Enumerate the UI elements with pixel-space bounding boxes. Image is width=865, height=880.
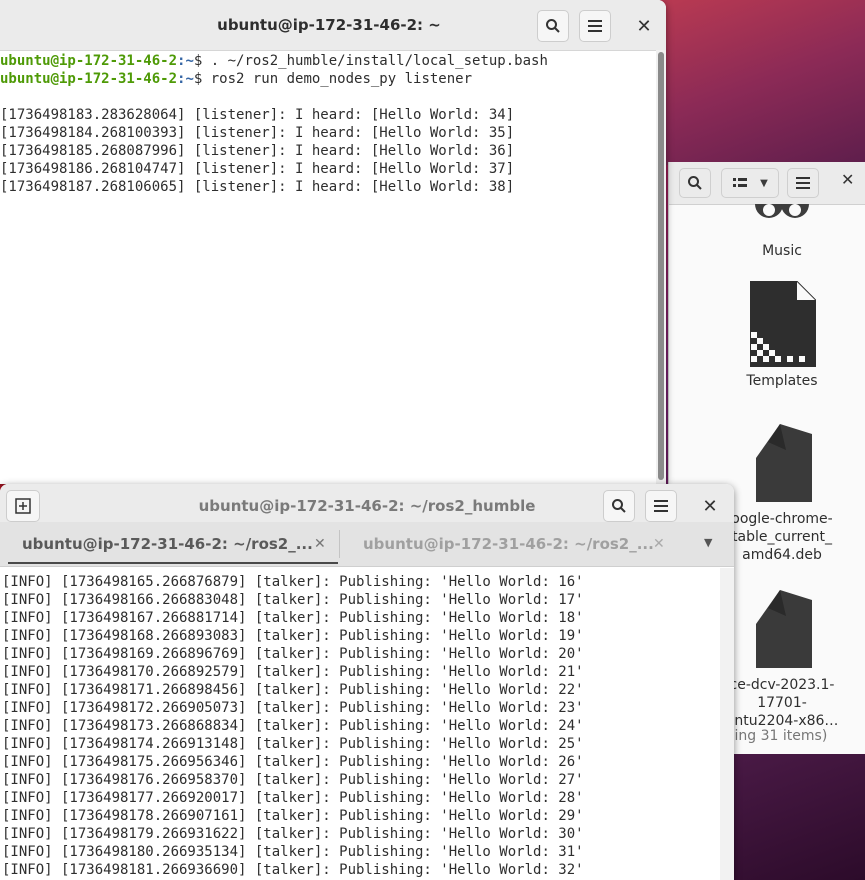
files-search-button[interactable] [679, 168, 711, 198]
file-label-line: 17701- [757, 695, 807, 711]
scrollbar[interactable] [720, 568, 734, 880]
listener-titlebar[interactable]: ubuntu@ip-172-31-46-2: ~ ✕ [0, 0, 666, 51]
file-label-line: ce-dcv-2023.1- [729, 677, 835, 693]
output-line: [INFO] [1736498174.266913148] [talker]: … [2, 736, 584, 752]
output-line: [INFO] [1736498170.266892579] [talker]: … [2, 664, 584, 680]
templates-icon [750, 281, 816, 367]
scrollbar-thumb[interactable] [658, 52, 664, 480]
terminal-search-button[interactable] [537, 10, 569, 42]
search-icon [688, 176, 702, 190]
hamburger-menu-icon [654, 500, 668, 512]
terminal-menu-button[interactable] [579, 10, 611, 42]
files-menu-button[interactable] [787, 168, 819, 198]
output-line: [INFO] [1736498178.266907161] [talker]: … [2, 808, 584, 824]
output-line: [INFO] [1736498176.266958370] [talker]: … [2, 772, 584, 788]
output-line: [INFO] [1736498171.266898456] [talker]: … [2, 682, 584, 698]
output-line: [INFO] [1736498169.266896769] [talker]: … [2, 646, 584, 662]
close-icon[interactable]: ✕ [628, 10, 660, 42]
file-label: Templates [746, 373, 818, 389]
prompt-user: ubuntu@ip-172-31-46-2 [0, 71, 178, 87]
talker-terminal-window[interactable]: ubuntu@ip-172-31-46-2: ~/ros2_humble ✕ u… [0, 484, 734, 880]
output-line: [INFO] [1736498172.266905073] [talker]: … [2, 700, 584, 716]
hamburger-menu-icon [588, 20, 602, 32]
terminal-menu-button[interactable] [645, 490, 677, 522]
wallpaper-shape [730, 752, 865, 880]
file-item-music[interactable]: Music [717, 204, 847, 260]
tab-2[interactable]: ubuntu@ip-172-31-46-2: ~/ros2_... ✕ [349, 524, 679, 564]
prompt-user: ubuntu@ip-172-31-46-2 [0, 53, 178, 69]
file-item-dcv[interactable]: ce-dcv-2023.1- 17701- untu2204-x86… [717, 590, 847, 730]
prompt-path: :~ [177, 71, 194, 87]
command-line: ubuntu@ip-172-31-46-2:~$ . ~/ros2_humble… [0, 53, 548, 69]
output-line: [INFO] [1736498175.266956346] [talker]: … [2, 754, 584, 770]
music-folder-icon [755, 204, 809, 218]
tab-close-icon[interactable]: ✕ [314, 524, 326, 562]
talker-titlebar[interactable]: ubuntu@ip-172-31-46-2: ~/ros2_humble ✕ [0, 484, 734, 522]
talker-terminal-output[interactable]: [INFO] [1736498165.266876879] [talker]: … [2, 573, 717, 879]
output-line: [INFO] [1736498179.266931622] [talker]: … [2, 826, 584, 842]
tab-close-icon[interactable]: ✕ [653, 524, 665, 564]
output-line: [1736498187.268106065] [listener]: I hea… [0, 179, 515, 195]
scrollbar[interactable] [656, 50, 666, 484]
command-text: . ~/ros2_humble/install/local_setup.bash [210, 53, 548, 69]
file-label-line: amd64.deb [742, 547, 822, 563]
hamburger-menu-icon [796, 177, 810, 189]
output-line: [INFO] [1736498166.266883048] [talker]: … [2, 592, 584, 608]
output-line: [INFO] [1736498167.266881714] [talker]: … [2, 610, 584, 626]
output-line: [1736498185.268087996] [listener]: I hea… [0, 143, 515, 159]
output-line: [1736498184.268100393] [listener]: I hea… [0, 125, 515, 141]
output-line: [INFO] [1736498181.266936690] [talker]: … [2, 862, 584, 878]
package-file-icon [756, 424, 812, 502]
output-line: [1736498183.283628064] [listener]: I hea… [0, 107, 515, 123]
file-item-chrome-deb[interactable]: oogle-chrome- table_current_ amd64.deb [717, 424, 847, 564]
search-icon [546, 19, 560, 33]
tab-label: ubuntu@ip-172-31-46-2: ~/ros2_... [363, 535, 654, 553]
tab-label: ubuntu@ip-172-31-46-2: ~/ros2_... [22, 535, 313, 553]
listener-terminal-window[interactable]: ubuntu@ip-172-31-46-2: ~ ✕ ubuntu@ip-172… [0, 0, 666, 484]
file-item-templates[interactable]: Templates [717, 280, 847, 390]
close-icon[interactable]: ✕ [694, 490, 726, 522]
list-view-icon [733, 178, 748, 187]
output-line: [INFO] [1736498168.266893083] [talker]: … [2, 628, 584, 644]
tab-bar: ubuntu@ip-172-31-46-2: ~/ros2_... ✕ ubun… [0, 522, 734, 567]
search-icon [612, 499, 626, 513]
tabs-dropdown-icon[interactable]: ▼ [704, 536, 712, 549]
listener-terminal-output[interactable]: ubuntu@ip-172-31-46-2:~$ . ~/ros2_humble… [0, 52, 650, 196]
tab-divider [339, 530, 340, 558]
files-header: ▼ ✕ [669, 162, 865, 205]
output-line: [INFO] [1736498177.266920017] [talker]: … [2, 790, 584, 806]
output-line: [INFO] [1736498180.266935134] [talker]: … [2, 844, 584, 860]
chevron-down-icon: ▼ [760, 177, 768, 189]
view-options-button[interactable]: ▼ [721, 168, 779, 198]
files-close-button[interactable]: ✕ [841, 170, 854, 189]
file-label: Music [762, 243, 802, 259]
file-label-line: oogle-chrome- [731, 511, 833, 527]
command-text: ros2 run demo_nodes_py listener [210, 71, 473, 87]
output-line: [1736498186.268104747] [listener]: I hea… [0, 161, 515, 177]
output-line: [INFO] [1736498173.266868834] [talker]: … [2, 718, 584, 734]
terminal-search-button[interactable] [603, 490, 635, 522]
output-line: [INFO] [1736498165.266876879] [talker]: … [2, 574, 584, 590]
prompt-path: :~ [177, 53, 194, 69]
package-file-icon [756, 590, 812, 668]
command-line: ubuntu@ip-172-31-46-2:~$ ros2 run demo_n… [0, 71, 473, 87]
wallpaper-shape [660, 0, 865, 165]
file-label-line: table_current_ [732, 529, 832, 545]
tab-1[interactable]: ubuntu@ip-172-31-46-2: ~/ros2_... ✕ [8, 524, 338, 564]
